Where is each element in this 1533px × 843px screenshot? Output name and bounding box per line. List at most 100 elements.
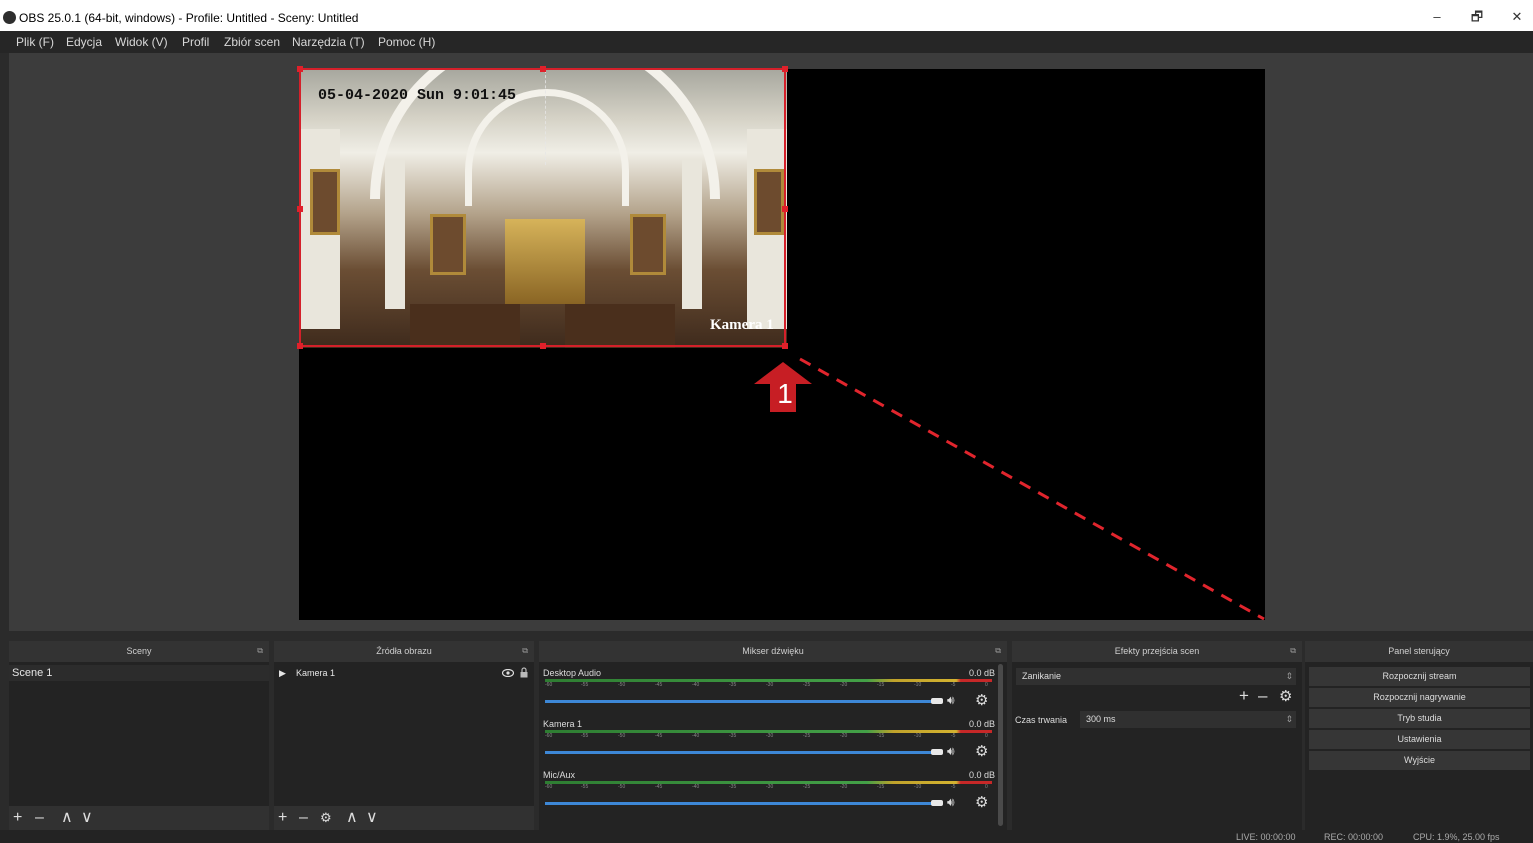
channel-name: Mic/Aux	[543, 770, 576, 780]
controls-dock: Panel sterujący Rozpocznij stream Rozpoc…	[1305, 641, 1533, 830]
settings-button[interactable]: Ustawienia	[1309, 730, 1530, 749]
dock-float-icon[interactable]: ⧉	[257, 646, 263, 656]
move-scene-up-icon[interactable]: ∧	[61, 809, 73, 827]
resize-direction-dashed-line	[799, 357, 1265, 621]
dock-float-icon[interactable]: ⧉	[1290, 646, 1296, 656]
transition-select[interactable]: Zanikanie ⇕	[1016, 668, 1296, 685]
volume-fader[interactable]	[545, 802, 937, 805]
volume-fader[interactable]	[545, 700, 937, 703]
start-recording-button[interactable]: Rozpocznij nagrywanie	[1309, 688, 1530, 707]
obs-logo-icon	[3, 11, 16, 24]
speaker-icon[interactable]: 🔊︎	[947, 744, 955, 759]
move-scene-down-icon[interactable]: ∨	[81, 809, 93, 827]
controls-dock-title: Panel sterujący	[1388, 646, 1450, 656]
remove-transition-icon[interactable]: –	[1258, 686, 1267, 706]
source-name: Kamera 1	[296, 668, 336, 678]
source-list-item[interactable]: ▶ Kamera 1	[274, 665, 534, 681]
transition-selected-value: Zanikanie	[1022, 671, 1062, 681]
resize-handle-top-right[interactable]	[782, 66, 788, 72]
menu-profile[interactable]: Profil	[182, 34, 209, 50]
sources-dock: Źródła obrazu ⧉ ▶ Kamera 1 + – ⚙ ∧ ∨	[274, 641, 534, 830]
duration-spinbox[interactable]: 300 ms ⇕	[1080, 711, 1296, 728]
source-selection-box[interactable]	[297, 66, 788, 349]
meter-scale: -60 -55 -50 -45 -40 -35 -30 -25 -20 -15 -10 -5 0	[545, 733, 988, 739]
menu-file[interactable]: Plik (F)	[16, 34, 54, 50]
menu-help[interactable]: Pomoc (H)	[378, 34, 435, 50]
dock-float-icon[interactable]: ⧉	[995, 646, 1001, 656]
meter-scale: -60 -55 -50 -45 -40 -35 -30 -25 -20 -15 -10 -5 0	[545, 784, 988, 790]
scene-list-item[interactable]: Scene 1	[9, 665, 269, 681]
transition-settings-gear-icon[interactable]: ⚙	[1279, 687, 1292, 705]
sources-dock-toolbar: + – ⚙ ∧ ∨	[274, 806, 534, 830]
sources-dock-title: Źródła obrazu	[376, 646, 432, 656]
transitions-dock-header: Efekty przejścia scen ⧉	[1012, 641, 1302, 662]
mixer-dock-title: Mikser dźwięku	[742, 646, 804, 656]
move-source-up-icon[interactable]: ∧	[346, 809, 358, 827]
callout-number: 1	[777, 378, 793, 409]
scenes-dock: Sceny ⧉ Scene 1 + – ∧ ∨	[9, 641, 269, 830]
spin-arrows-icon[interactable]: ⇕	[1285, 711, 1293, 728]
sources-dock-header: Źródła obrazu ⧉	[274, 641, 534, 662]
duration-value: 300 ms	[1086, 714, 1116, 724]
channel-db: 0.0 dB	[968, 668, 995, 678]
scene-name: Scene 1	[12, 667, 53, 679]
title-bar: OBS 25.0.1 (64-bit, windows) - Profile: …	[0, 0, 1533, 31]
volume-fader[interactable]	[545, 751, 937, 754]
transitions-dock-title: Efekty przejścia scen	[1114, 646, 1200, 656]
channel-db: 0.0 dB	[968, 719, 995, 729]
remove-source-icon[interactable]: –	[299, 809, 308, 827]
visibility-eye-icon[interactable]	[502, 669, 514, 677]
status-bar: LIVE: 00:00:00 REC: 00:00:00 CPU: 1.9%, …	[0, 830, 1533, 843]
audio-mixer-dock: Mikser dźwięku ⧉ Desktop Audio 0.0 dB -6…	[539, 641, 1007, 830]
maximize-button[interactable]: 🗗	[1457, 6, 1497, 28]
meter-scale: -60 -55 -50 -45 -40 -35 -30 -25 -20 -15 -10 -5 0	[545, 682, 988, 688]
add-source-icon[interactable]: +	[278, 809, 287, 827]
resize-handle-top[interactable]	[540, 66, 546, 72]
menu-bar: Plik (F) Edycja Widok (V) Profil Zbiór s…	[0, 31, 1533, 53]
duration-label: Czas trwania	[1015, 715, 1068, 725]
exit-button[interactable]: Wyjście	[1309, 751, 1530, 770]
live-status: LIVE: 00:00:00	[1236, 832, 1296, 842]
scenes-dock-toolbar: + – ∧ ∨	[9, 806, 269, 830]
play-icon[interactable]: ▶	[279, 665, 286, 681]
speaker-icon[interactable]: 🔊︎	[947, 795, 955, 810]
menu-view[interactable]: Widok (V)	[115, 34, 168, 50]
channel-name: Kamera 1	[543, 719, 583, 729]
gear-icon[interactable]: ⚙	[975, 793, 988, 811]
scenes-dock-header: Sceny ⧉	[9, 641, 269, 662]
move-source-down-icon[interactable]: ∨	[366, 809, 378, 827]
scenes-dock-title: Sceny	[126, 646, 152, 656]
studio-mode-button[interactable]: Tryb studia	[1309, 709, 1530, 728]
minimize-button[interactable]: –	[1417, 6, 1457, 28]
channel-name: Desktop Audio	[543, 668, 602, 678]
speaker-icon[interactable]: 🔊︎	[947, 693, 955, 708]
close-button[interactable]: ✕	[1497, 6, 1533, 28]
mixer-dock-header: Mikser dźwięku ⧉	[539, 641, 1007, 662]
menu-tools[interactable]: Narzędzia (T)	[292, 34, 365, 50]
start-streaming-button[interactable]: Rozpocznij stream	[1309, 667, 1530, 686]
lock-icon[interactable]	[520, 667, 528, 678]
add-transition-icon[interactable]: +	[1239, 686, 1249, 706]
channel-db: 0.0 dB	[968, 770, 995, 780]
cpu-status: CPU: 1.9%, 25.00 fps	[1413, 832, 1500, 842]
volume-fader-handle[interactable]	[931, 800, 943, 806]
gear-icon[interactable]: ⚙	[975, 691, 988, 709]
transitions-dock: Efekty przejścia scen ⧉ Zanikanie ⇕ + – …	[1012, 641, 1302, 830]
resize-handle-top-left[interactable]	[297, 66, 303, 72]
rec-status: REC: 00:00:00	[1324, 832, 1384, 842]
menu-edit[interactable]: Edycja	[66, 34, 102, 50]
source-properties-gear-icon[interactable]: ⚙	[320, 809, 332, 827]
volume-fader-handle[interactable]	[931, 749, 943, 755]
remove-scene-icon[interactable]: –	[35, 809, 44, 827]
mixer-scrollbar[interactable]	[998, 664, 1003, 826]
menu-scene-collection[interactable]: Zbiór scen	[224, 34, 280, 50]
resize-handle-left[interactable]	[297, 206, 303, 212]
resize-handle-bottom[interactable]	[540, 343, 546, 349]
window-title: OBS 25.0.1 (64-bit, windows) - Profile: …	[19, 11, 359, 25]
volume-fader-handle[interactable]	[931, 698, 943, 704]
resize-handle-right[interactable]	[782, 206, 788, 212]
add-scene-icon[interactable]: +	[13, 809, 22, 827]
dock-float-icon[interactable]: ⧉	[522, 646, 528, 656]
gear-icon[interactable]: ⚙	[975, 742, 988, 760]
resize-handle-bottom-left[interactable]	[297, 343, 303, 349]
